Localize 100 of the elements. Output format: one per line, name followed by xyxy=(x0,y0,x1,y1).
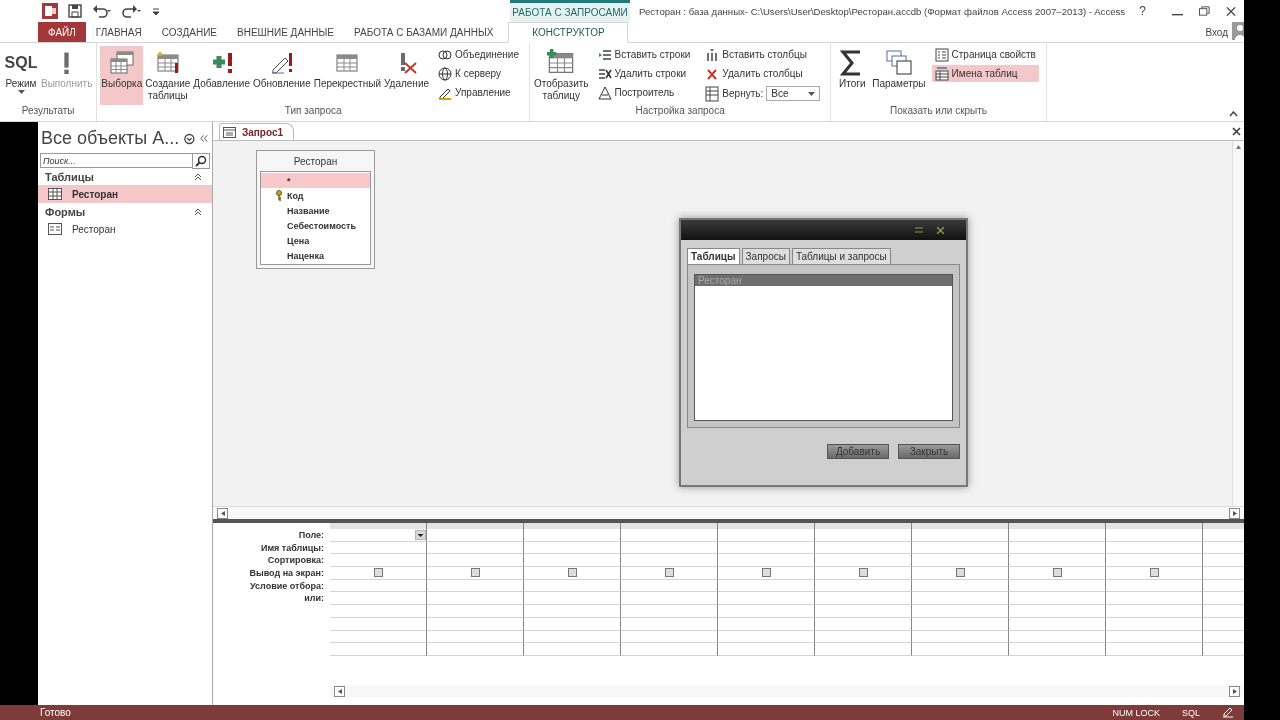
ribbon-tab[interactable]: ГЛАВНАЯ xyxy=(85,22,152,42)
grid-cell[interactable] xyxy=(621,605,718,618)
grid-cell[interactable] xyxy=(524,529,621,542)
grid-cell[interactable] xyxy=(524,643,621,656)
close-icon[interactable] xyxy=(937,226,944,234)
grid-cell[interactable] xyxy=(427,579,524,593)
grid-cell[interactable] xyxy=(1106,605,1203,618)
grid-cell[interactable] xyxy=(815,617,912,631)
ribbon-button[interactable]: Создание таблицы xyxy=(144,46,192,105)
dialog-tab[interactable]: Таблицы xyxy=(687,248,740,264)
grid-cell[interactable] xyxy=(718,643,815,656)
grid-cell[interactable] xyxy=(1106,643,1203,656)
grid-cell[interactable] xyxy=(330,529,427,542)
grid-cell[interactable] xyxy=(621,554,718,568)
column-selector[interactable] xyxy=(1009,523,1106,529)
ribbon-button[interactable]: Построитель xyxy=(594,84,694,101)
chevron-icon[interactable] xyxy=(194,208,202,216)
grid-cell[interactable] xyxy=(1106,630,1203,644)
field-item[interactable]: Наценка xyxy=(261,248,370,263)
grid-cell[interactable] xyxy=(718,579,815,593)
grid-cell[interactable] xyxy=(621,579,718,593)
grid-cell[interactable] xyxy=(912,529,1009,542)
grid-cell[interactable] xyxy=(718,529,815,542)
table-field-list[interactable]: Ресторан * Код Название Себестоимость Цена Наценка xyxy=(256,150,375,269)
grid-cell[interactable] xyxy=(1009,630,1106,644)
grid-cell[interactable] xyxy=(1009,579,1106,593)
ribbon-button[interactable]: Выборка xyxy=(100,46,144,105)
checkbox[interactable] xyxy=(1052,568,1062,578)
search-icon[interactable] xyxy=(192,153,210,169)
nav-item[interactable]: Ресторан xyxy=(38,185,212,203)
scroll-button[interactable] xyxy=(217,507,228,519)
scroll-button[interactable] xyxy=(1229,507,1240,519)
grid-cell[interactable] xyxy=(1009,605,1106,618)
grid-cell[interactable] xyxy=(912,592,1009,606)
grid-cell[interactable] xyxy=(427,541,524,555)
field-item[interactable]: Себестоимость xyxy=(261,218,370,233)
ribbon-button[interactable]: Перекрестный xyxy=(312,46,382,105)
ribbon-button[interactable]: Удаление xyxy=(383,46,431,105)
grid-cell[interactable] xyxy=(912,617,1009,631)
grid-cell[interactable] xyxy=(1009,541,1106,555)
grid-cell[interactable] xyxy=(330,617,427,631)
return-dropdown[interactable]: Все xyxy=(766,86,821,101)
grid-cell[interactable] xyxy=(1009,554,1106,568)
checkbox[interactable] xyxy=(761,568,771,578)
grid-cell[interactable] xyxy=(524,630,621,644)
grid-cell[interactable] xyxy=(330,605,427,618)
ribbon-button[interactable]: Параметры xyxy=(871,46,927,105)
grid-cell[interactable] xyxy=(815,567,912,580)
grid-cell[interactable] xyxy=(912,605,1009,618)
sign-in-link[interactable]: Вход xyxy=(1205,26,1228,38)
ribbon-tab[interactable]: ВНЕШНИЕ ДАННЫЕ xyxy=(227,22,345,42)
grid-cell[interactable] xyxy=(718,630,815,644)
checkbox[interactable] xyxy=(664,568,674,578)
grid-cell[interactable] xyxy=(815,630,912,644)
scrollbar[interactable] xyxy=(1232,141,1244,506)
grid-cell[interactable] xyxy=(815,541,912,555)
ribbon-tab[interactable]: СОЗДАНИЕ xyxy=(151,22,228,42)
grid-cell[interactable] xyxy=(718,617,815,631)
redo-icon[interactable] xyxy=(122,4,142,18)
grid-cell[interactable] xyxy=(718,554,815,568)
ribbon-button[interactable]: Страница свойств xyxy=(931,46,1039,63)
grid-cell[interactable] xyxy=(815,643,912,656)
grid-cell[interactable] xyxy=(1106,554,1203,568)
grid-cell[interactable] xyxy=(1009,643,1106,656)
checkbox[interactable] xyxy=(373,568,383,578)
grid-cell[interactable] xyxy=(1106,617,1203,631)
ribbon-button[interactable]: Объединение xyxy=(435,46,522,63)
grid-cell[interactable] xyxy=(912,567,1009,580)
grid-cell[interactable] xyxy=(912,579,1009,593)
grid-cell[interactable] xyxy=(1009,567,1106,580)
grid-cell[interactable] xyxy=(330,643,427,656)
design-view-icon[interactable] xyxy=(1222,707,1234,718)
grid-cell[interactable] xyxy=(330,541,427,555)
grid-cell[interactable] xyxy=(815,605,912,618)
grid-cell[interactable] xyxy=(330,630,427,644)
ribbon-tab[interactable]: КОНСТРУКТОР xyxy=(508,22,629,43)
dropdown-icon[interactable] xyxy=(415,530,426,540)
grid-cell[interactable] xyxy=(524,554,621,568)
column-selector[interactable] xyxy=(1106,523,1203,529)
grid-cell[interactable] xyxy=(427,643,524,656)
column-selector[interactable] xyxy=(524,523,621,529)
grid-cell[interactable] xyxy=(427,529,524,542)
ribbon-button[interactable]: К серверу xyxy=(435,65,522,82)
grid-cell[interactable] xyxy=(330,567,427,580)
grid-cell[interactable] xyxy=(621,643,718,656)
grid-cell[interactable] xyxy=(621,630,718,644)
grid-cell[interactable] xyxy=(621,529,718,542)
grid-cell[interactable] xyxy=(1106,529,1203,542)
grid-cell[interactable] xyxy=(912,643,1009,656)
ribbon-button[interactable]: Удалить строки xyxy=(594,65,694,82)
grid-cell[interactable] xyxy=(330,579,427,593)
grid-cell[interactable] xyxy=(427,592,524,606)
customize-icon[interactable] xyxy=(152,6,160,16)
field-item[interactable]: Код xyxy=(261,188,370,203)
scroll-button[interactable] xyxy=(1229,685,1240,697)
grid-cell[interactable] xyxy=(1009,592,1106,606)
scrollbar[interactable] xyxy=(213,506,1244,519)
ribbon-button[interactable]: Управление xyxy=(435,84,522,101)
arrow-icon[interactable] xyxy=(1236,145,1241,149)
grid-cell[interactable] xyxy=(524,567,621,580)
